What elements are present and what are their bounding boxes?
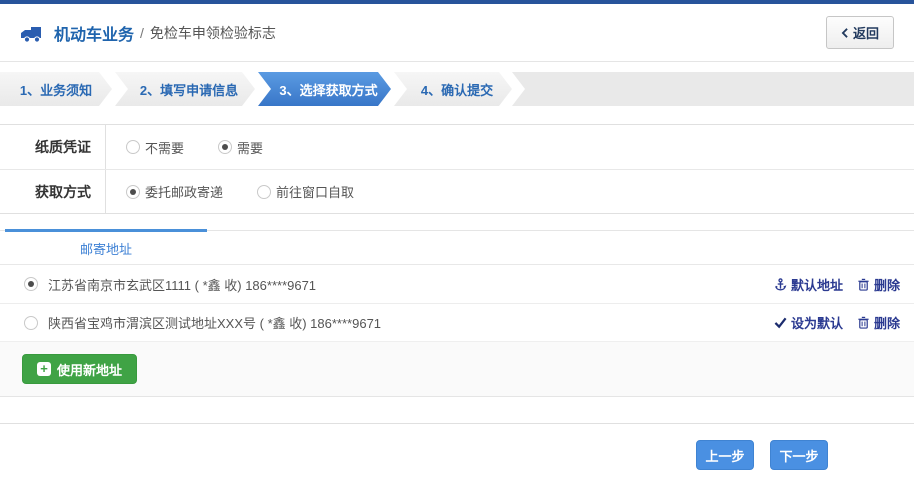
title-separator: /: [140, 25, 144, 41]
radio-need[interactable]: 需要: [218, 138, 263, 157]
address-text: 陕西省宝鸡市渭滨区测试地址XXX号 ( *鑫 收) 186****9671: [48, 313, 381, 332]
delete-address-link-1[interactable]: 删除: [857, 275, 900, 294]
obtain-method-label: 获取方式: [0, 170, 106, 213]
radio-label: 前往窗口自取: [276, 182, 354, 201]
page-title: 免检车申领检验标志: [150, 23, 276, 43]
back-button[interactable]: 返回: [826, 16, 894, 49]
default-address-label: 默认地址: [791, 275, 843, 294]
use-new-address-button[interactable]: + 使用新地址: [22, 354, 137, 384]
radio-label: 委托邮政寄递: [145, 182, 223, 201]
tab-mailing-address[interactable]: 邮寄地址: [5, 229, 207, 264]
radio-postal-delivery[interactable]: 委托邮政寄递: [126, 182, 223, 201]
address-text: 江苏省南京市玄武区1111 ( *鑫 收) 186****9671: [48, 275, 316, 294]
obtain-method-row: 获取方式 委托邮政寄递 前往窗口自取: [0, 169, 914, 213]
footer-action-bar: 上一步 下一步: [0, 424, 914, 470]
radio-label: 不需要: [145, 138, 184, 157]
radio-circle-checked[interactable]: [126, 185, 140, 199]
mailing-address-section: 邮寄地址 江苏省南京市玄武区1111 ( *鑫 收) 186****9671 默…: [0, 230, 914, 397]
check-icon: [774, 316, 787, 329]
anchor-icon: [774, 278, 787, 291]
address-tabbar: 邮寄地址: [0, 230, 914, 264]
previous-step-button[interactable]: 上一步: [696, 440, 754, 470]
set-default-label: 设为默认: [791, 313, 843, 332]
step-bar-filler: [512, 72, 914, 106]
section-title: 机动车业务: [54, 21, 134, 45]
address-row-1[interactable]: 江苏省南京市玄武区1111 ( *鑫 收) 186****9671 默认地址: [0, 265, 914, 303]
delete-label: 删除: [874, 275, 900, 294]
set-default-link[interactable]: 设为默认: [774, 313, 843, 332]
default-address-link[interactable]: 默认地址: [774, 275, 843, 294]
delete-address-link-2[interactable]: 删除: [857, 313, 900, 332]
delete-label: 删除: [874, 313, 900, 332]
truck-icon: [20, 23, 46, 43]
radio-no-need[interactable]: 不需要: [126, 138, 184, 157]
paper-voucher-label: 纸质凭证: [0, 125, 106, 169]
back-button-label: 返回: [853, 23, 879, 42]
step-tab-1[interactable]: 1、业务须知: [0, 72, 112, 106]
step-tab-3-active[interactable]: 3、选择获取方式: [258, 72, 391, 106]
address-radio-selected[interactable]: [24, 277, 38, 291]
radio-circle[interactable]: [126, 140, 140, 154]
trash-icon: [857, 278, 870, 291]
trash-icon: [857, 316, 870, 329]
chevron-left-icon: [841, 28, 849, 38]
radio-circle[interactable]: [257, 185, 271, 199]
paper-voucher-row: 纸质凭证 不需要 需要: [0, 125, 914, 169]
plus-icon: +: [37, 362, 51, 376]
address-footer: + 使用新地址: [0, 341, 914, 397]
address-row-2[interactable]: 陕西省宝鸡市渭滨区测试地址XXX号 ( *鑫 收) 186****9671 设为…: [0, 303, 914, 341]
address-list: 江苏省南京市玄武区1111 ( *鑫 收) 186****9671 默认地址: [0, 264, 914, 341]
use-new-address-label: 使用新地址: [57, 360, 122, 379]
page-header: 机动车业务 / 免检车申领检验标志 返回: [0, 4, 914, 62]
step-wizard: 1、业务须知 2、填写申请信息 3、选择获取方式 4、确认提交: [0, 72, 914, 106]
radio-circle-checked[interactable]: [218, 140, 232, 154]
options-table: 纸质凭证 不需要 需要 获取方式 委托邮政寄递 前往窗口自取: [0, 124, 914, 214]
address-radio-unselected[interactable]: [24, 316, 38, 330]
step-tab-2[interactable]: 2、填写申请信息: [115, 72, 255, 106]
radio-label: 需要: [237, 138, 263, 157]
step-tab-4[interactable]: 4、确认提交: [394, 72, 512, 106]
radio-window-pickup[interactable]: 前往窗口自取: [257, 182, 354, 201]
next-step-button[interactable]: 下一步: [770, 440, 828, 470]
